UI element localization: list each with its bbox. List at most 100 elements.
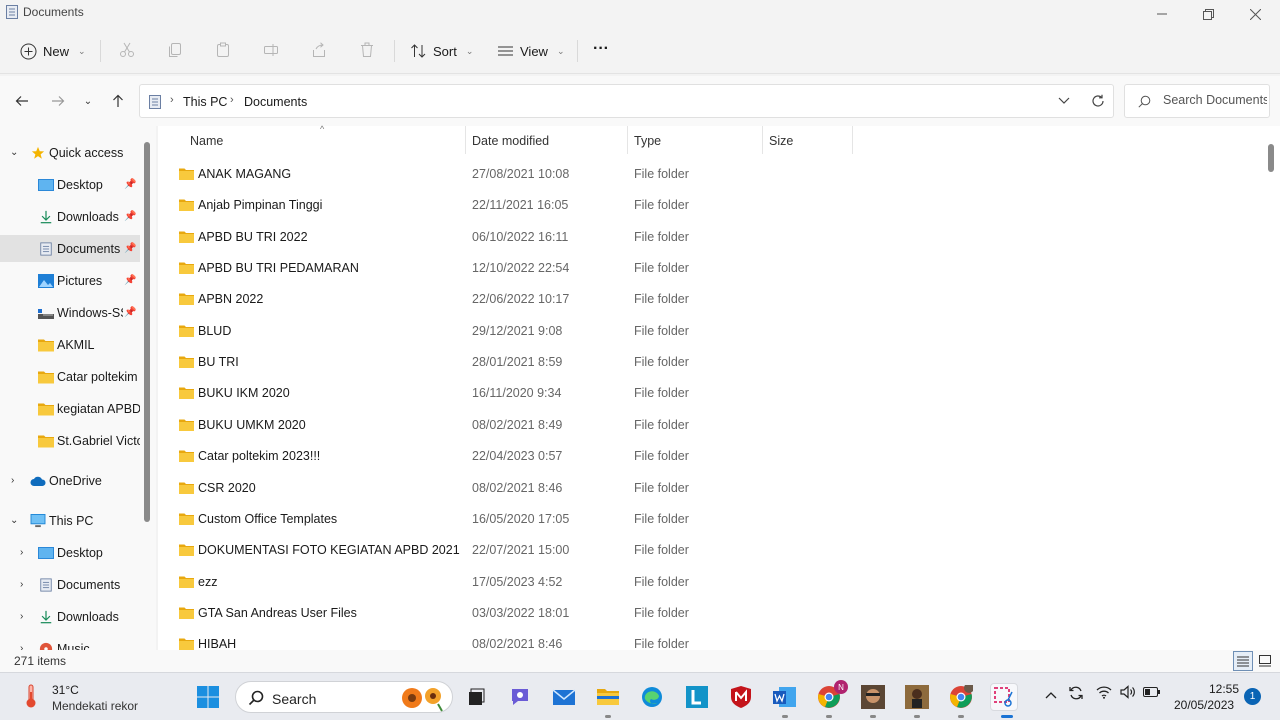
chevron-right-icon[interactable]: ›	[20, 611, 23, 622]
task-view-button[interactable]	[462, 683, 490, 711]
lync-button[interactable]	[683, 683, 711, 711]
sidebar-quick-access[interactable]: ⌄ Quick access	[0, 139, 140, 166]
chevron-down-icon[interactable]	[1058, 97, 1070, 105]
documents-app-icon	[6, 5, 18, 19]
cut-button[interactable]	[117, 40, 137, 60]
file-row[interactable]: BUKU UMKM 2020 08/02/2021 8:49 File folder	[158, 410, 1258, 441]
column-divider[interactable]	[852, 126, 853, 154]
snipping-tool-button[interactable]	[990, 683, 1018, 711]
sort-button[interactable]: Sort ⌄	[410, 38, 473, 64]
file-row[interactable]: BUKU IKM 2020 16/11/2020 9:34 File folder	[158, 378, 1258, 409]
column-divider[interactable]	[465, 126, 466, 154]
file-row[interactable]: CSR 2020 08/02/2021 8:46 File folder	[158, 473, 1258, 504]
file-row[interactable]: APBD BU TRI 2022 06/10/2022 16:11 File fol…	[158, 222, 1258, 253]
sidebar-item-pictures[interactable]: Pictures 📌	[0, 267, 140, 294]
sidebar-item-desktop[interactable]: Desktop 📌	[0, 171, 140, 198]
file-row[interactable]: ANAK MAGANG 27/08/2021 10:08 File folder	[158, 159, 1258, 190]
file-explorer-button[interactable]	[594, 683, 622, 711]
edge-button[interactable]	[638, 683, 666, 711]
search-box[interactable]	[1124, 84, 1270, 118]
column-header-type[interactable]: Type	[634, 126, 764, 156]
clock-date[interactable]: 20/05/2023	[1174, 698, 1234, 712]
sidebar-onedrive[interactable]: › OneDrive	[0, 467, 140, 494]
chevron-right-icon[interactable]: ›	[20, 643, 23, 650]
close-button[interactable]	[1244, 4, 1266, 24]
teams-chat-button[interactable]	[506, 683, 534, 711]
file-list-scrollbar[interactable]	[1268, 144, 1274, 172]
search-input[interactable]	[1163, 93, 1267, 107]
breadcrumb-this-pc[interactable]: This PC	[183, 95, 227, 109]
rename-button[interactable]	[261, 40, 281, 60]
volume-icon[interactable]	[1120, 685, 1136, 702]
chrome-profile-2-button[interactable]	[947, 683, 975, 711]
file-row[interactable]: APBD BU TRI PEDAMARAN 12/10/2022 22:54 Fil…	[158, 253, 1258, 284]
minimize-button[interactable]	[1151, 4, 1173, 24]
chevron-right-icon[interactable]: ›	[20, 547, 23, 558]
chevron-down-icon[interactable]: ⌄	[10, 515, 18, 526]
mcafee-button[interactable]	[727, 683, 755, 711]
word-button[interactable]	[771, 683, 799, 711]
tiles-view-button[interactable]	[1255, 651, 1275, 671]
column-divider[interactable]	[627, 126, 628, 154]
chevron-right-icon[interactable]: ›	[11, 475, 14, 486]
wifi-icon[interactable]	[1096, 685, 1112, 702]
back-button[interactable]	[12, 90, 32, 112]
chevron-right-icon[interactable]: ›	[20, 579, 23, 590]
chevron-down-icon[interactable]: ⌄	[10, 147, 18, 158]
up-button[interactable]	[108, 90, 128, 112]
mail-button[interactable]	[550, 683, 578, 711]
start-button[interactable]	[194, 683, 222, 711]
sidebar-pc-documents[interactable]: › Documents	[0, 571, 140, 598]
sidebar-item-downloads[interactable]: Downloads 📌	[0, 203, 140, 230]
sync-icon[interactable]	[1068, 685, 1084, 704]
refresh-icon[interactable]	[1091, 94, 1105, 108]
weather-widget[interactable]: 31°C Mendekati rekor	[14, 673, 154, 720]
sidebar-item-akmil[interactable]: AKMIL	[0, 331, 140, 358]
sidebar-pc-music[interactable]: › Music	[0, 635, 140, 650]
address-bar[interactable]: › This PC › Documents	[139, 84, 1114, 118]
restore-button[interactable]	[1197, 4, 1219, 24]
new-button[interactable]: New ⌄	[20, 38, 86, 64]
file-name: DOKUMENTASI FOTO KEGIATAN APBD 2021	[198, 543, 460, 558]
column-header-date[interactable]: Date modified	[472, 126, 622, 156]
file-row[interactable]: GTA San Andreas User Files 03/03/2022 18:…	[158, 598, 1258, 629]
sidebar-this-pc[interactable]: ⌄ This PC	[0, 507, 140, 534]
view-button[interactable]: View ⌄	[497, 38, 565, 64]
sidebar-item-kegiatan-apbd[interactable]: kegiatan APBD	[0, 395, 140, 422]
clock-time[interactable]: 12:55	[1209, 682, 1239, 696]
sidebar-item-catar-poltekim[interactable]: Catar poltekim	[0, 363, 140, 390]
share-button[interactable]	[309, 40, 329, 60]
sidebar-item-windows-ss[interactable]: Windows-SS 📌	[0, 299, 140, 326]
sidebar-pc-desktop[interactable]: › Desktop	[0, 539, 140, 566]
battery-icon[interactable]	[1143, 686, 1161, 701]
sidebar-pc-downloads[interactable]: › Downloads	[0, 603, 140, 630]
sidebar-scrollbar[interactable]	[144, 142, 150, 522]
notification-badge[interactable]: 1	[1244, 688, 1261, 705]
gta-button[interactable]	[903, 683, 931, 711]
file-row[interactable]: ezz 17/05/2023 4:52 File folder	[158, 567, 1258, 598]
paste-button[interactable]	[213, 40, 233, 60]
recent-locations-button[interactable]: ⌄	[78, 90, 98, 112]
copy-button[interactable]	[165, 40, 185, 60]
more-options-button[interactable]: ···	[593, 36, 609, 62]
forward-button[interactable]	[48, 90, 68, 112]
show-hidden-icons-button[interactable]	[1045, 687, 1057, 702]
details-view-button[interactable]	[1233, 651, 1253, 671]
column-header-name[interactable]: Name	[190, 126, 462, 156]
file-row[interactable]: BU TRI 28/01/2021 8:59 File folder	[158, 347, 1258, 378]
file-row[interactable]: Custom Office Templates 16/05/2020 17:05 F…	[158, 504, 1258, 535]
chrome-profile-1-button[interactable]: N	[815, 680, 848, 711]
taskbar-search[interactable]: Search	[235, 681, 453, 713]
sidebar-item-documents[interactable]: Documents 📌	[0, 235, 140, 262]
delete-button[interactable]	[357, 40, 377, 60]
game-app-button[interactable]	[859, 683, 887, 711]
file-row[interactable]: DOKUMENTASI FOTO KEGIATAN APBD 2021 22/07…	[158, 535, 1258, 566]
file-row[interactable]: Catar poltekim 2023!!! 22/04/2023 0:57 Fil…	[158, 441, 1258, 472]
column-header-size[interactable]: Size	[769, 126, 849, 156]
breadcrumb-documents[interactable]: Documents	[244, 95, 307, 109]
file-row[interactable]: BLUD 29/12/2021 9:08 File folder	[158, 316, 1258, 347]
sidebar-item-st-gabriel-victor[interactable]: St.Gabriel Victor	[0, 427, 140, 454]
column-divider[interactable]	[762, 126, 763, 154]
file-row[interactable]: Anjab Pimpinan Tinggi 22/11/2021 16:05 Fil…	[158, 190, 1258, 221]
file-row[interactable]: APBN 2022 22/06/2022 10:17 File folder	[158, 284, 1258, 315]
